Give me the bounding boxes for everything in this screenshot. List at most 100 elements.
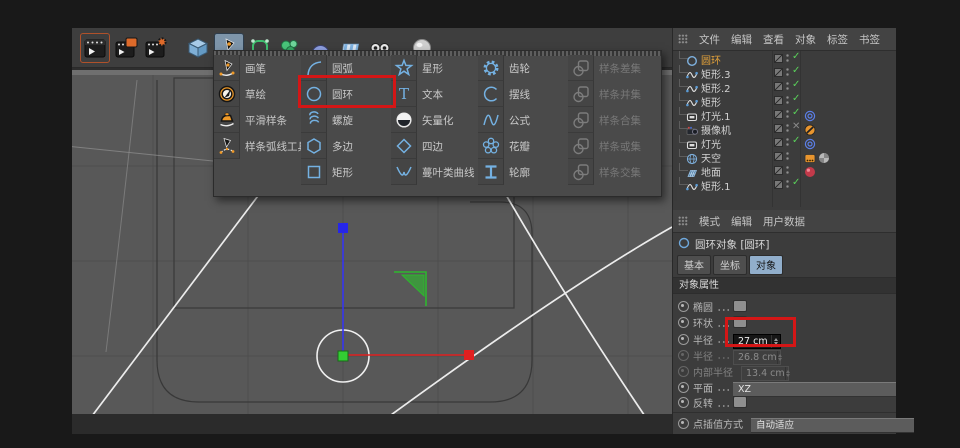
layer-color-box[interactable]	[774, 166, 783, 175]
layer-color-box[interactable]	[774, 110, 783, 119]
menu-item-label: 矩形	[332, 166, 353, 179]
key-radio-icon[interactable]	[678, 333, 689, 345]
环状-checkbox[interactable]	[733, 316, 747, 328]
menu-object_manager-2[interactable]: 查看	[763, 32, 784, 47]
key-radio-icon[interactable]	[678, 349, 689, 361]
menu-item-star[interactable]: 星形	[391, 55, 478, 81]
attribute-row-平面: 平面 XZ	[673, 377, 896, 397]
tool-spline-arc-icon	[214, 133, 240, 159]
key-radio-icon[interactable]	[678, 381, 689, 393]
enable-check-icon[interactable]: ✓	[792, 177, 800, 188]
visibility-dots[interactable]	[786, 109, 789, 119]
visibility-dots[interactable]	[786, 165, 789, 175]
render-settings-button[interactable]	[142, 34, 170, 62]
enable-check-icon[interactable]: ✓	[792, 107, 800, 118]
visibility-dots[interactable]	[786, 137, 789, 147]
layer-color-box[interactable]	[774, 54, 783, 63]
menu-item-tool-spline-arc[interactable]: 样条弧线工具	[214, 133, 308, 159]
primitive-cube-button[interactable]	[184, 34, 212, 62]
key-radio-icon[interactable]	[678, 417, 689, 429]
object-row-矩形.3[interactable]: 矩形.3 ✓	[673, 65, 896, 81]
点插值方式-dropdown[interactable]: 自动适应	[751, 418, 914, 433]
menu-item-ngon[interactable]: 多边	[301, 133, 391, 159]
panel-grip-icon[interactable]	[678, 34, 688, 44]
enable-check-icon[interactable]: ✓	[792, 135, 800, 146]
menu-item-tool-sketch[interactable]: 草绘	[214, 81, 301, 107]
menu-item-text[interactable]: T 文本	[391, 81, 478, 107]
object-row-摄像机[interactable]: 摄像机 ✕	[673, 121, 896, 137]
layer-color-box[interactable]	[774, 138, 783, 147]
enable-check-icon[interactable]: ✓	[792, 65, 800, 76]
menu-item-helix[interactable]: 螺旋	[301, 107, 391, 133]
tab-坐标[interactable]: 坐标	[713, 255, 747, 275]
object-row-矩形.2[interactable]: 矩形.2 ✓	[673, 79, 896, 95]
render-view-button[interactable]	[80, 32, 110, 63]
menu-item-rectangle[interactable]: 矩形	[301, 159, 391, 185]
menu-item-label: 样条或集	[599, 140, 641, 153]
visibility-dots[interactable]	[786, 67, 789, 77]
camera-toggle-icon[interactable]: ✕	[792, 121, 800, 132]
layer-color-box[interactable]	[774, 82, 783, 91]
object-row-灯光[interactable]: 灯光 ✓	[673, 135, 896, 151]
enable-check-icon[interactable]: ✓	[792, 79, 800, 90]
visibility-dots[interactable]	[786, 95, 789, 105]
menu-item-foursided[interactable]: 四边	[391, 133, 478, 159]
menu-object_manager-3[interactable]: 对象	[795, 32, 816, 47]
layer-color-box[interactable]	[774, 124, 783, 133]
layer-color-box[interactable]	[774, 152, 783, 161]
object-row-灯光.1[interactable]: 灯光.1 ✓	[673, 107, 896, 123]
object-row-矩形.1[interactable]: 矩形.1 ✓	[673, 177, 896, 193]
render-picture-viewer-button[interactable]	[112, 34, 140, 62]
attribute-row-半径: 半径 26.8 cm	[673, 345, 896, 365]
object-row-天空[interactable]: 天空	[673, 149, 896, 165]
key-radio-icon[interactable]	[678, 365, 689, 377]
menu-item-formula[interactable]: 公式	[478, 107, 568, 133]
menu-item-profile[interactable]: 轮廓	[478, 159, 568, 185]
menu-item-cycloid[interactable]: 摆线	[478, 81, 568, 107]
key-radio-icon[interactable]	[678, 317, 689, 328]
x-axis-handle[interactable]	[464, 350, 474, 360]
key-radio-icon[interactable]	[678, 301, 689, 312]
object-name[interactable]: 矩形.1	[701, 178, 731, 193]
menu-attribute_manager-1[interactable]: 编辑	[731, 214, 752, 229]
椭圆-checkbox[interactable]	[733, 300, 747, 312]
menu-item-tool-pen[interactable]: 画笔	[214, 55, 301, 81]
enable-check-icon[interactable]: ✓	[792, 93, 800, 104]
layer-color-box[interactable]	[774, 68, 783, 77]
menu-item-vectorizer[interactable]: 矢量化	[391, 107, 478, 133]
menu-object_manager-1[interactable]: 编辑	[731, 32, 752, 47]
menu-item-label: 平滑样条	[245, 114, 287, 127]
popup-column-3: 齿轮 摆线 公式 花瓣 轮廓	[478, 55, 568, 192]
gear-icon	[478, 55, 504, 81]
menu-attribute_manager-0[interactable]: 模式	[699, 214, 720, 229]
layer-color-box[interactable]	[774, 180, 783, 189]
layer-color-box[interactable]	[774, 96, 783, 105]
visibility-dots[interactable]	[786, 81, 789, 91]
move-center-handle[interactable]	[337, 350, 349, 362]
panel-grip-icon[interactable]	[678, 216, 688, 226]
menu-attribute_manager-2[interactable]: 用户数据	[763, 214, 805, 229]
menu-object_manager-5[interactable]: 书签	[859, 32, 880, 47]
enable-check-icon[interactable]: ✓	[792, 51, 800, 62]
反转-checkbox[interactable]	[733, 396, 747, 408]
visibility-dots[interactable]	[786, 123, 789, 133]
circle-object-icon	[678, 237, 690, 252]
visibility-dots[interactable]	[786, 179, 789, 189]
menu-item-circle[interactable]: 圆环	[301, 81, 391, 107]
menu-item-flower[interactable]: 花瓣	[478, 133, 568, 159]
object-row-矩形[interactable]: 矩形 ✓	[673, 93, 896, 109]
tab-基本[interactable]: 基本	[677, 255, 711, 275]
menu-object_manager-0[interactable]: 文件	[699, 32, 720, 47]
visibility-dots[interactable]	[786, 151, 789, 161]
object-row-地面[interactable]: 地面	[673, 163, 896, 179]
menu-item-cissoid[interactable]: 蔓叶类曲线	[391, 159, 478, 185]
key-radio-icon[interactable]	[678, 397, 689, 408]
object-row-圆环[interactable]: 圆环 ✓	[673, 51, 896, 67]
menu-object_manager-4[interactable]: 标签	[827, 32, 848, 47]
visibility-dots[interactable]	[786, 53, 789, 63]
menu-item-gear[interactable]: 齿轮	[478, 55, 568, 81]
menu-item-arc[interactable]: 圆弧	[301, 55, 391, 81]
menu-item-tool-smooth[interactable]: 平滑样条	[214, 107, 301, 133]
y-axis-handle[interactable]	[338, 223, 348, 233]
tab-对象[interactable]: 对象	[749, 255, 783, 275]
